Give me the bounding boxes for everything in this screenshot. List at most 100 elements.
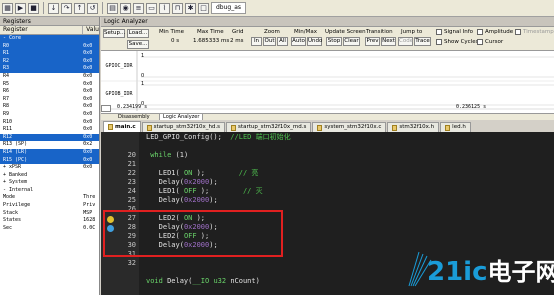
- register-value[interactable]: 0x0: [83, 42, 99, 51]
- code-line[interactable]: LED_GPIO_Config(); //LED 端口初始化: [146, 133, 291, 142]
- register-row[interactable]: R13 (SP) 0x2: [0, 141, 99, 149]
- register-value[interactable]: 0x0: [83, 164, 99, 172]
- register-value[interactable]: Thre: [83, 194, 99, 202]
- editor-tab[interactable]: stm32f10x.h: [387, 122, 440, 132]
- stop-icon[interactable]: ■: [28, 2, 39, 14]
- cursor-checkbox[interactable]: [477, 39, 483, 45]
- register-value[interactable]: Priv: [83, 202, 99, 210]
- code-button[interactable]: Code: [398, 37, 413, 46]
- register-value[interactable]: 0x0: [83, 88, 99, 96]
- register-row[interactable]: Stack MSP: [0, 210, 99, 218]
- setup-button[interactable]: Setup...: [103, 29, 125, 38]
- register-value[interactable]: [83, 187, 99, 195]
- step-icon[interactable]: ↓: [48, 2, 59, 14]
- register-value[interactable]: 0x0: [83, 103, 99, 111]
- register-row[interactable]: R0 0x0: [0, 42, 99, 51]
- step-over-icon[interactable]: ↷: [61, 2, 72, 14]
- register-row[interactable]: + System: [0, 179, 99, 187]
- register-row[interactable]: R5 0x0: [0, 81, 99, 89]
- register-row[interactable]: R9 0x0: [0, 111, 99, 119]
- register-value[interactable]: 0x0: [83, 50, 99, 58]
- trace-icon[interactable]: ⌇: [159, 2, 170, 14]
- register-value[interactable]: 0x0: [83, 119, 99, 127]
- code-line[interactable]: Delay(0x2000);: [146, 178, 218, 187]
- editor-tab[interactable]: startup_stm32f10x_hd.s: [141, 122, 226, 132]
- step-out-icon[interactable]: ↑: [74, 2, 85, 14]
- register-row[interactable]: R11 0x0: [0, 126, 99, 134]
- editor-tab[interactable]: led.h: [440, 122, 471, 132]
- register-value[interactable]: 0x0: [83, 111, 99, 119]
- register-row[interactable]: R3 0x0: [0, 65, 99, 73]
- zoom-out-button[interactable]: Out: [263, 37, 276, 46]
- register-value[interactable]: [83, 35, 99, 43]
- settings-icon[interactable]: ✱: [185, 2, 196, 14]
- register-row[interactable]: Privilege Priv: [0, 202, 99, 210]
- window-icon[interactable]: □: [198, 2, 209, 14]
- register-row[interactable]: + xPSR 0x0: [0, 164, 99, 172]
- watch-icon[interactable]: ◉: [120, 2, 131, 14]
- memory-icon[interactable]: ▤: [107, 2, 118, 14]
- register-value[interactable]: 0x0: [83, 57, 99, 66]
- toolbar-tab[interactable]: dbug_as: [211, 2, 247, 14]
- register-row[interactable]: R6 0x0: [0, 88, 99, 96]
- register-row[interactable]: R8 0x0: [0, 103, 99, 111]
- timestamps-checkbox[interactable]: [515, 29, 521, 35]
- register-value[interactable]: 0x2: [83, 141, 99, 149]
- waveform-area[interactable]: GPIOC_IDR GPIOB_IDR 1 0 1 0: [101, 51, 554, 111]
- register-value[interactable]: 0.0C: [83, 225, 99, 233]
- register-row[interactable]: R1 0x0: [0, 50, 99, 58]
- code-line[interactable]: Delay(0x2000);: [146, 196, 218, 205]
- register-value[interactable]: 0x0: [83, 148, 99, 157]
- register-row[interactable]: Mode Thre: [0, 194, 99, 202]
- register-row[interactable]: R4 0x0: [0, 73, 99, 81]
- register-value[interactable]: 0x0: [83, 133, 99, 142]
- show-cycles-checkbox[interactable]: [436, 39, 442, 45]
- signal-name-gpioc[interactable]: GPIOC_IDR: [101, 63, 137, 69]
- code-line[interactable]: LED1( OFF ); // 灭: [146, 187, 263, 196]
- register-value[interactable]: MSP: [83, 210, 99, 218]
- trace-button[interactable]: Trace: [414, 37, 431, 46]
- editor-tab[interactable]: startup_stm32f10x_md.s: [226, 122, 312, 132]
- scroll-left-button[interactable]: [101, 105, 111, 112]
- register-row[interactable]: + Banked: [0, 172, 99, 180]
- code-line[interactable]: LED1( ON ); // 亮: [146, 169, 259, 178]
- signal-info-checkbox[interactable]: [436, 29, 442, 35]
- register-value[interactable]: 1628: [83, 217, 99, 225]
- register-value[interactable]: 0x0: [83, 126, 99, 134]
- register-row[interactable]: Sec 0.0C: [0, 225, 99, 233]
- register-row[interactable]: R14 (LR) 0x0: [0, 148, 99, 157]
- serial-icon[interactable]: ▭: [146, 2, 157, 14]
- zoom-in-button[interactable]: In: [251, 37, 262, 46]
- logic-icon[interactable]: ⊓: [172, 2, 183, 14]
- register-row[interactable]: R2 0x0: [0, 57, 99, 66]
- stop-button[interactable]: Stop: [326, 37, 342, 46]
- select-icon[interactable]: ▦: [2, 2, 13, 14]
- register-value[interactable]: 0x0: [83, 65, 99, 73]
- clear-button[interactable]: Clear: [343, 37, 360, 46]
- register-icon[interactable]: ≡: [133, 2, 144, 14]
- register-row[interactable]: R12 0x0: [0, 133, 99, 142]
- editor-tab[interactable]: main.c: [103, 121, 141, 132]
- register-row[interactable]: R7 0x0: [0, 96, 99, 104]
- code-line[interactable]: while (1): [146, 151, 188, 160]
- register-value[interactable]: [83, 172, 99, 180]
- run-icon[interactable]: ▶: [15, 2, 26, 14]
- register-value[interactable]: 0x0: [83, 96, 99, 104]
- save-button[interactable]: Save...: [127, 40, 149, 49]
- register-row[interactable]: R15 (PC) 0x0: [0, 156, 99, 165]
- prev-button[interactable]: Prev: [365, 37, 380, 46]
- load-button[interactable]: Load...: [127, 29, 149, 38]
- amplitude-checkbox[interactable]: [477, 29, 483, 35]
- auto-button[interactable]: Auto: [291, 37, 306, 46]
- register-value[interactable]: 0x0: [83, 73, 99, 81]
- next-button[interactable]: Next: [381, 37, 396, 46]
- register-row[interactable]: R10 0x0: [0, 119, 99, 127]
- register-column-header[interactable]: Register: [0, 26, 84, 34]
- undo-button[interactable]: Undo: [307, 37, 322, 46]
- register-value[interactable]: 0x0: [83, 156, 99, 165]
- register-row[interactable]: - Core: [0, 35, 99, 43]
- register-value[interactable]: 0x0: [83, 81, 99, 89]
- zoom-all-button[interactable]: All: [277, 37, 288, 46]
- register-value[interactable]: [83, 179, 99, 187]
- code-line[interactable]: void Delay(__IO u32 nCount): [146, 277, 260, 286]
